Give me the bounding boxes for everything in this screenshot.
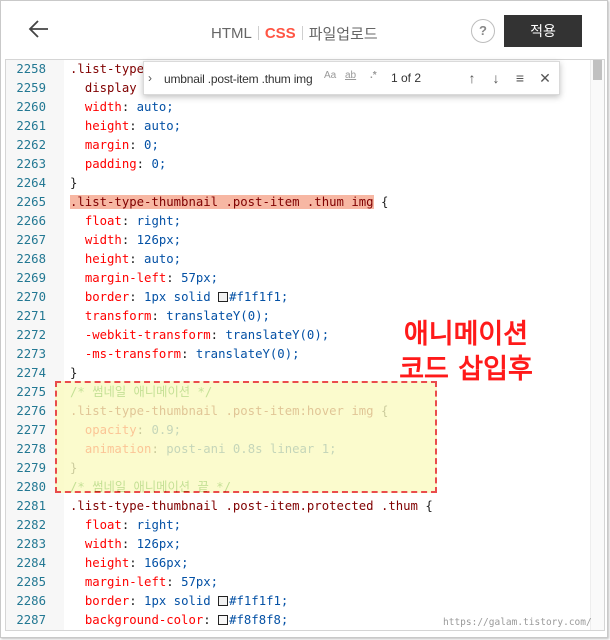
line-number: 2262 bbox=[16, 138, 46, 152]
match-count: 1 of 2 bbox=[391, 71, 422, 85]
editor-tabs: HTML CSS 파일업로드 bbox=[205, 21, 384, 45]
line-code: border: 1px solid #f1f1f1; bbox=[84, 290, 289, 304]
whole-word-icon[interactable]: ab bbox=[345, 70, 356, 81]
line-number: 2287 bbox=[16, 613, 46, 627]
top-bar: HTML CSS 파일업로드 ? 적용 bbox=[1, 1, 607, 59]
annotation-text-line2: 코드 삽입후 bbox=[399, 354, 533, 385]
line-number: 2268 bbox=[16, 252, 46, 266]
line-number: 2258 bbox=[16, 62, 46, 76]
find-in-selection-icon[interactable]: ≡ bbox=[511, 68, 529, 88]
tab-css[interactable]: CSS bbox=[259, 25, 302, 42]
line-number: 2273 bbox=[16, 347, 46, 361]
toggle-replace-icon[interactable]: › bbox=[148, 69, 160, 87]
line-number: 2271 bbox=[16, 309, 46, 323]
regex-icon[interactable]: .* bbox=[370, 70, 377, 81]
tab-file-upload[interactable]: 파일업로드 bbox=[303, 23, 384, 44]
code-line[interactable]: 2284 height: 166px; bbox=[6, 554, 604, 573]
line-code: background-color: #f8f8f8; bbox=[84, 613, 289, 627]
arrow-left-icon[interactable] bbox=[27, 17, 51, 41]
line-code: -webkit-transform: translateY(0); bbox=[84, 328, 330, 342]
line-code: .list-type-thumbnail .post-item .thum im… bbox=[70, 195, 389, 209]
help-icon[interactable]: ? bbox=[471, 19, 495, 43]
annotation-highlight-box bbox=[55, 381, 437, 493]
code-line[interactable]: 2265 .list-type-thumbnail .post-item .thu… bbox=[6, 193, 604, 212]
code-line[interactable]: 2261 height: auto; bbox=[6, 117, 604, 136]
line-number: 2275 bbox=[16, 385, 46, 399]
line-number: 2263 bbox=[16, 157, 46, 171]
line-code: float: right; bbox=[84, 214, 182, 228]
line-number: 2281 bbox=[16, 499, 46, 513]
line-code: .list-type bbox=[70, 62, 145, 76]
line-code: width: 126px; bbox=[84, 233, 182, 247]
line-number: 2265 bbox=[16, 195, 46, 209]
line-code: display bbox=[84, 81, 137, 95]
arrow-up-icon[interactable]: ↑ bbox=[463, 68, 481, 88]
line-code: transform: translateY(0); bbox=[84, 309, 270, 323]
line-number: 2272 bbox=[16, 328, 46, 342]
line-number: 2283 bbox=[16, 537, 46, 551]
line-code: float: right; bbox=[84, 518, 182, 532]
line-number: 2264 bbox=[16, 176, 46, 190]
line-code: } bbox=[70, 176, 78, 190]
code-line[interactable]: 2269 margin-left: 57px; bbox=[6, 269, 604, 288]
line-number: 2270 bbox=[16, 290, 46, 304]
line-number: 2286 bbox=[16, 594, 46, 608]
line-code: height: 166px; bbox=[84, 556, 189, 570]
line-number: 2277 bbox=[16, 423, 46, 437]
line-code: margin-left: 57px; bbox=[84, 271, 219, 285]
code-line[interactable]: 2268 height: auto; bbox=[6, 250, 604, 269]
line-number: 2284 bbox=[16, 556, 46, 570]
code-line[interactable]: 2260 width: auto; bbox=[6, 98, 604, 117]
code-line[interactable]: 2262 margin: 0; bbox=[6, 136, 604, 155]
match-case-icon[interactable]: Aa bbox=[324, 70, 336, 81]
line-code: .list-type-thumbnail .post-item.protecte… bbox=[70, 499, 433, 513]
code-line[interactable]: 2281 .list-type-thumbnail .post-item.prot… bbox=[6, 497, 604, 516]
line-number: 2274 bbox=[16, 366, 46, 380]
code-line[interactable]: 2266 float: right; bbox=[6, 212, 604, 231]
tab-html[interactable]: HTML bbox=[205, 25, 258, 42]
line-number: 2279 bbox=[16, 461, 46, 475]
line-code: height: auto; bbox=[84, 252, 182, 266]
code-line[interactable]: 2264} bbox=[6, 174, 604, 193]
line-number: 2267 bbox=[16, 233, 46, 247]
line-number: 2280 bbox=[16, 480, 46, 494]
watermark: https://galam.tistory.com/ bbox=[443, 617, 592, 628]
line-code: width: auto; bbox=[84, 100, 174, 114]
line-number: 2261 bbox=[16, 119, 46, 133]
arrow-down-icon[interactable]: ↓ bbox=[487, 68, 505, 88]
code-line[interactable]: 2283 width: 126px; bbox=[6, 535, 604, 554]
editor-window: HTML CSS 파일업로드 ? 적용 2258 .list-type 2259 d… bbox=[0, 0, 608, 638]
find-widget: › umbnail .post-item .thum img Aa ab .* … bbox=[143, 61, 560, 95]
line-code: height: auto; bbox=[84, 119, 182, 133]
line-number: 2260 bbox=[16, 100, 46, 114]
line-number: 2282 bbox=[16, 518, 46, 532]
code-line[interactable]: 2263 padding: 0; bbox=[6, 155, 604, 174]
code-line[interactable]: 2282 float: right; bbox=[6, 516, 604, 535]
line-number: 2269 bbox=[16, 271, 46, 285]
line-number: 2285 bbox=[16, 575, 46, 589]
line-number: 2276 bbox=[16, 404, 46, 418]
scrollbar-thumb[interactable] bbox=[593, 60, 602, 80]
line-code: width: 126px; bbox=[84, 537, 182, 551]
line-code: padding: 0; bbox=[84, 157, 167, 171]
line-code: margin-left: 57px; bbox=[84, 575, 219, 589]
code-line[interactable]: 2267 width: 126px; bbox=[6, 231, 604, 250]
annotation-text-line1: 애니메이션 bbox=[403, 319, 529, 350]
line-number: 2278 bbox=[16, 442, 46, 456]
line-code: -ms-transform: translateY(0); bbox=[84, 347, 300, 361]
code-line[interactable]: 2286 border: 1px solid #f1f1f1; bbox=[6, 592, 604, 611]
line-number: 2259 bbox=[16, 81, 46, 95]
close-icon[interactable]: ✕ bbox=[536, 68, 554, 88]
code-line[interactable]: 2285 margin-left: 57px; bbox=[6, 573, 604, 592]
vertical-scrollbar[interactable] bbox=[590, 60, 604, 630]
line-code: margin: 0; bbox=[84, 138, 159, 152]
line-code: border: 1px solid #f1f1f1; bbox=[84, 594, 289, 608]
apply-button[interactable]: 적용 bbox=[504, 15, 582, 47]
line-number: 2266 bbox=[16, 214, 46, 228]
code-line[interactable]: 2270 border: 1px solid #f1f1f1; bbox=[6, 288, 604, 307]
